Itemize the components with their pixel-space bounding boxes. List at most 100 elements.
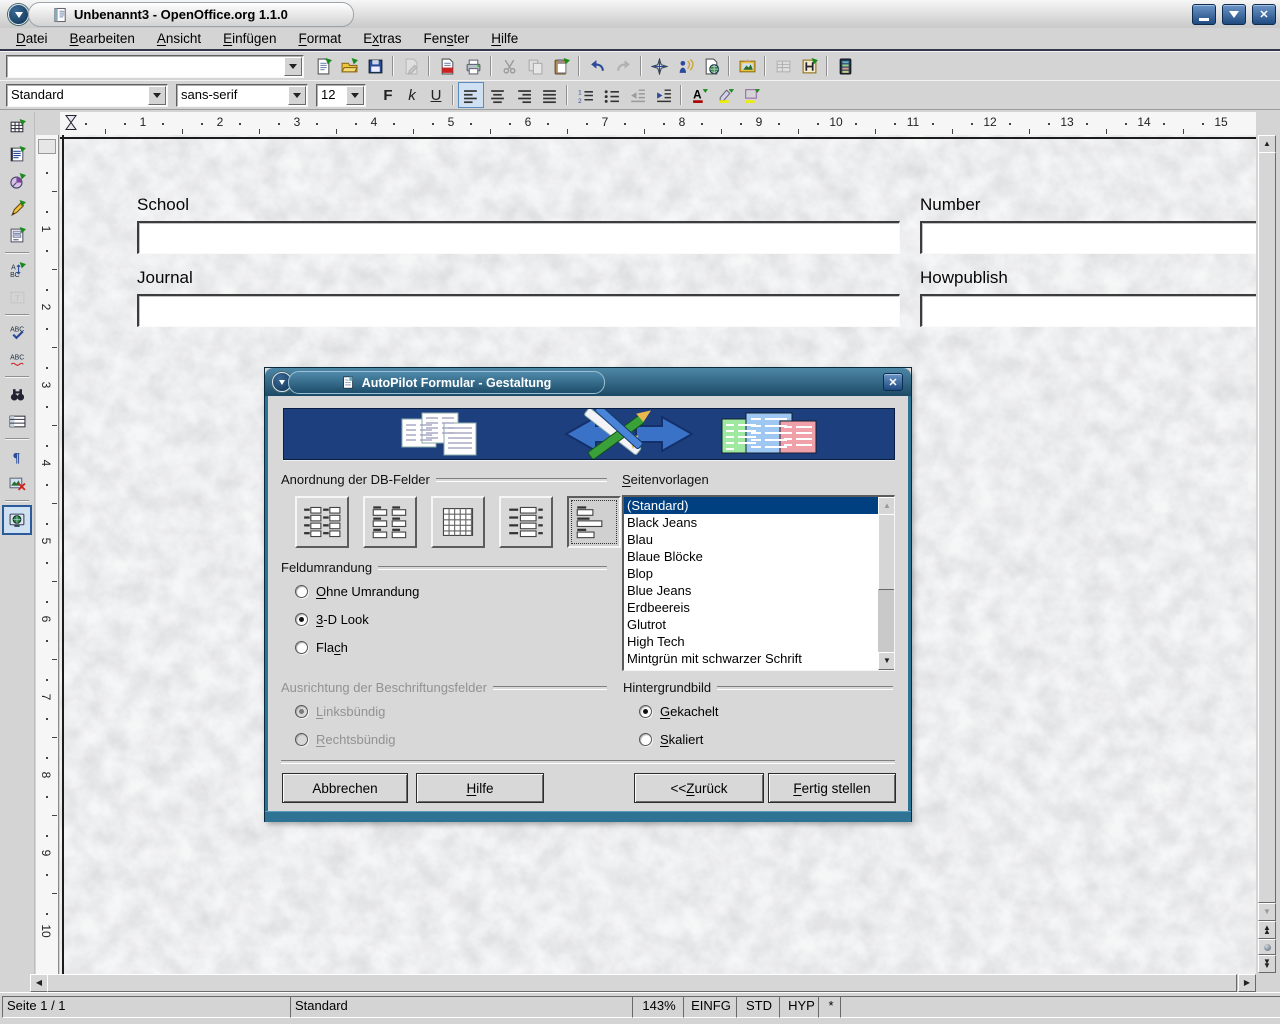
page-style-item[interactable]: Blaue Blöcke	[624, 548, 878, 565]
align-center-button[interactable]	[484, 82, 510, 108]
find-replace-button[interactable]	[4, 381, 30, 407]
margin-marker[interactable]	[38, 139, 56, 154]
hyperlink-dialog-button[interactable]	[672, 53, 698, 79]
form-field-input-school[interactable]	[137, 221, 900, 254]
radio-skaliert[interactable]: Skaliert	[639, 732, 703, 747]
radio-gekachelt[interactable]: Gekachelt	[639, 704, 719, 719]
horizontal-ruler[interactable]: 123456789101112131415	[60, 112, 1256, 136]
style-dropdown-button[interactable]	[148, 86, 166, 105]
font-name-combobox[interactable]: sans-serif	[176, 84, 308, 107]
justify-button[interactable]	[536, 82, 562, 108]
dialog-close-button[interactable]: ✕	[883, 373, 903, 391]
url-input[interactable]	[9, 57, 285, 76]
zoom-indicator[interactable]: 143%	[632, 996, 686, 1018]
save-button[interactable]	[362, 53, 388, 79]
tab-type-selector-icon[interactable]	[63, 113, 79, 132]
arrangement-single-column-labels-left-button[interactable]	[499, 496, 553, 548]
next-page-button[interactable]: ▼▼	[1258, 955, 1276, 973]
scroll-left-button[interactable]: ◀	[30, 974, 48, 992]
menu-hilfe[interactable]: Hilfe	[481, 30, 528, 47]
vertical-ruler[interactable]: 12345678910	[36, 135, 59, 974]
menu-fenster[interactable]: Fenster	[414, 30, 480, 47]
italic-button[interactable]: k	[400, 83, 424, 107]
navigation-button[interactable]	[1258, 939, 1276, 955]
help-button[interactable]: Hilfe	[416, 773, 544, 803]
arrangement-as-table-button[interactable]	[431, 496, 485, 548]
data-sources-button[interactable]	[770, 53, 796, 79]
insert-fields-button[interactable]: ABC	[4, 257, 30, 283]
paragraph-background-button[interactable]	[738, 82, 764, 108]
arrangement-columns-labels-left-button[interactable]	[295, 496, 349, 548]
bold-button[interactable]: F	[376, 83, 400, 107]
menu-ansicht[interactable]: Ansicht	[147, 30, 211, 47]
page-style-item[interactable]: (Standard)	[624, 497, 878, 514]
page-style-item[interactable]: Erdbeereis	[624, 599, 878, 616]
page-style-item[interactable]: Blue Jeans	[624, 582, 878, 599]
redo-button[interactable]	[610, 53, 636, 79]
url-combobox[interactable]	[6, 55, 304, 78]
page-style-item[interactable]: Mintgrün mit schwarzer Schrift	[624, 650, 878, 667]
page-style-item[interactable]: Black Jeans	[624, 514, 878, 531]
arrangement-columns-labels-above-button[interactable]	[363, 496, 417, 548]
finish-button[interactable]: Fertig stellen	[768, 773, 896, 803]
form-field-input-howpublish[interactable]	[920, 294, 1256, 327]
window-title-tab[interactable]: Unbenannt3 - OpenOffice.org 1.1.0	[28, 2, 354, 27]
font-color-button[interactable]: A	[686, 82, 712, 108]
arrangement-single-column-labels-above-button[interactable]	[567, 496, 621, 548]
minimize-button[interactable]	[1192, 4, 1216, 25]
list-scrollbar[interactable]: ▲ ▼	[878, 497, 894, 670]
paragraph-style-combobox[interactable]: Standard	[6, 84, 168, 107]
edit-html-button[interactable]	[698, 53, 724, 79]
cancel-button[interactable]: Abbrechen	[282, 773, 408, 803]
navigator-compass-button[interactable]	[646, 53, 672, 79]
list-scroll-up-button[interactable]: ▲	[878, 497, 895, 515]
list-scroll-down-button[interactable]: ▼	[878, 652, 895, 670]
align-right-button[interactable]	[510, 82, 536, 108]
page-style-item[interactable]: High Tech	[624, 633, 878, 650]
menu-einf-gen[interactable]: Einfügen	[213, 30, 286, 47]
shade-button[interactable]	[1222, 4, 1246, 25]
window-menu-button[interactable]	[8, 4, 29, 25]
copy-button[interactable]	[522, 53, 548, 79]
export-pdf-button[interactable]	[434, 53, 460, 79]
page-style-item[interactable]: Glutrot	[624, 616, 878, 633]
radio-3-d-look[interactable]: 3-D Look	[295, 612, 369, 627]
text-frame-button[interactable]: T	[4, 284, 30, 310]
radio-ohne-umrandung[interactable]: Ohne Umrandung	[295, 584, 419, 599]
graphics-onoff-button[interactable]	[4, 470, 30, 496]
radio-flach[interactable]: Flach	[295, 640, 348, 655]
font-size-combobox[interactable]: 12	[316, 84, 366, 107]
form-field-input-journal[interactable]	[137, 294, 900, 327]
selection-mode-indicator[interactable]: STD	[736, 996, 782, 1018]
edit-file-button[interactable]	[398, 53, 424, 79]
close-button[interactable]: ✕	[1252, 4, 1276, 25]
underline-button[interactable]: U	[424, 83, 448, 107]
increase-indent-button[interactable]	[650, 82, 676, 108]
autospellcheck-button[interactable]: ABC	[4, 346, 30, 372]
horizontal-scrollbar-thumb[interactable]	[47, 974, 1237, 992]
page-style-item[interactable]: Blop	[624, 565, 878, 582]
navigator-frame-button[interactable]	[796, 53, 822, 79]
back-button[interactable]: << Zurück	[634, 773, 764, 803]
cut-button[interactable]	[496, 53, 522, 79]
menu-extras[interactable]: Extras	[353, 30, 411, 47]
undo-button[interactable]	[584, 53, 610, 79]
scroll-down-button[interactable]: ▼	[1258, 903, 1276, 921]
page-style-item[interactable]: Blau	[624, 531, 878, 548]
insert-mode-indicator[interactable]: EINFG	[683, 996, 739, 1018]
insert-object-button[interactable]	[4, 168, 30, 194]
gallery-button[interactable]	[734, 53, 760, 79]
scroll-right-button[interactable]: ▶	[1238, 974, 1256, 992]
data-sources-view-button[interactable]	[4, 408, 30, 434]
insert-table-button[interactable]	[4, 114, 30, 140]
list-scrollbar-thumb[interactable]	[878, 514, 895, 590]
page-style-indicator[interactable]: Standard	[290, 996, 633, 1018]
nonprinting-characters-button[interactable]: ¶	[4, 443, 30, 469]
status-empty-cell[interactable]	[840, 996, 1280, 1018]
bullet-list-button[interactable]	[598, 82, 624, 108]
font-dropdown-button[interactable]	[288, 86, 306, 105]
menu-datei[interactable]: Datei	[6, 30, 58, 47]
numbered-list-button[interactable]: 12	[572, 82, 598, 108]
insert-database-columns-button[interactable]	[832, 53, 858, 79]
open-button[interactable]	[336, 53, 362, 79]
